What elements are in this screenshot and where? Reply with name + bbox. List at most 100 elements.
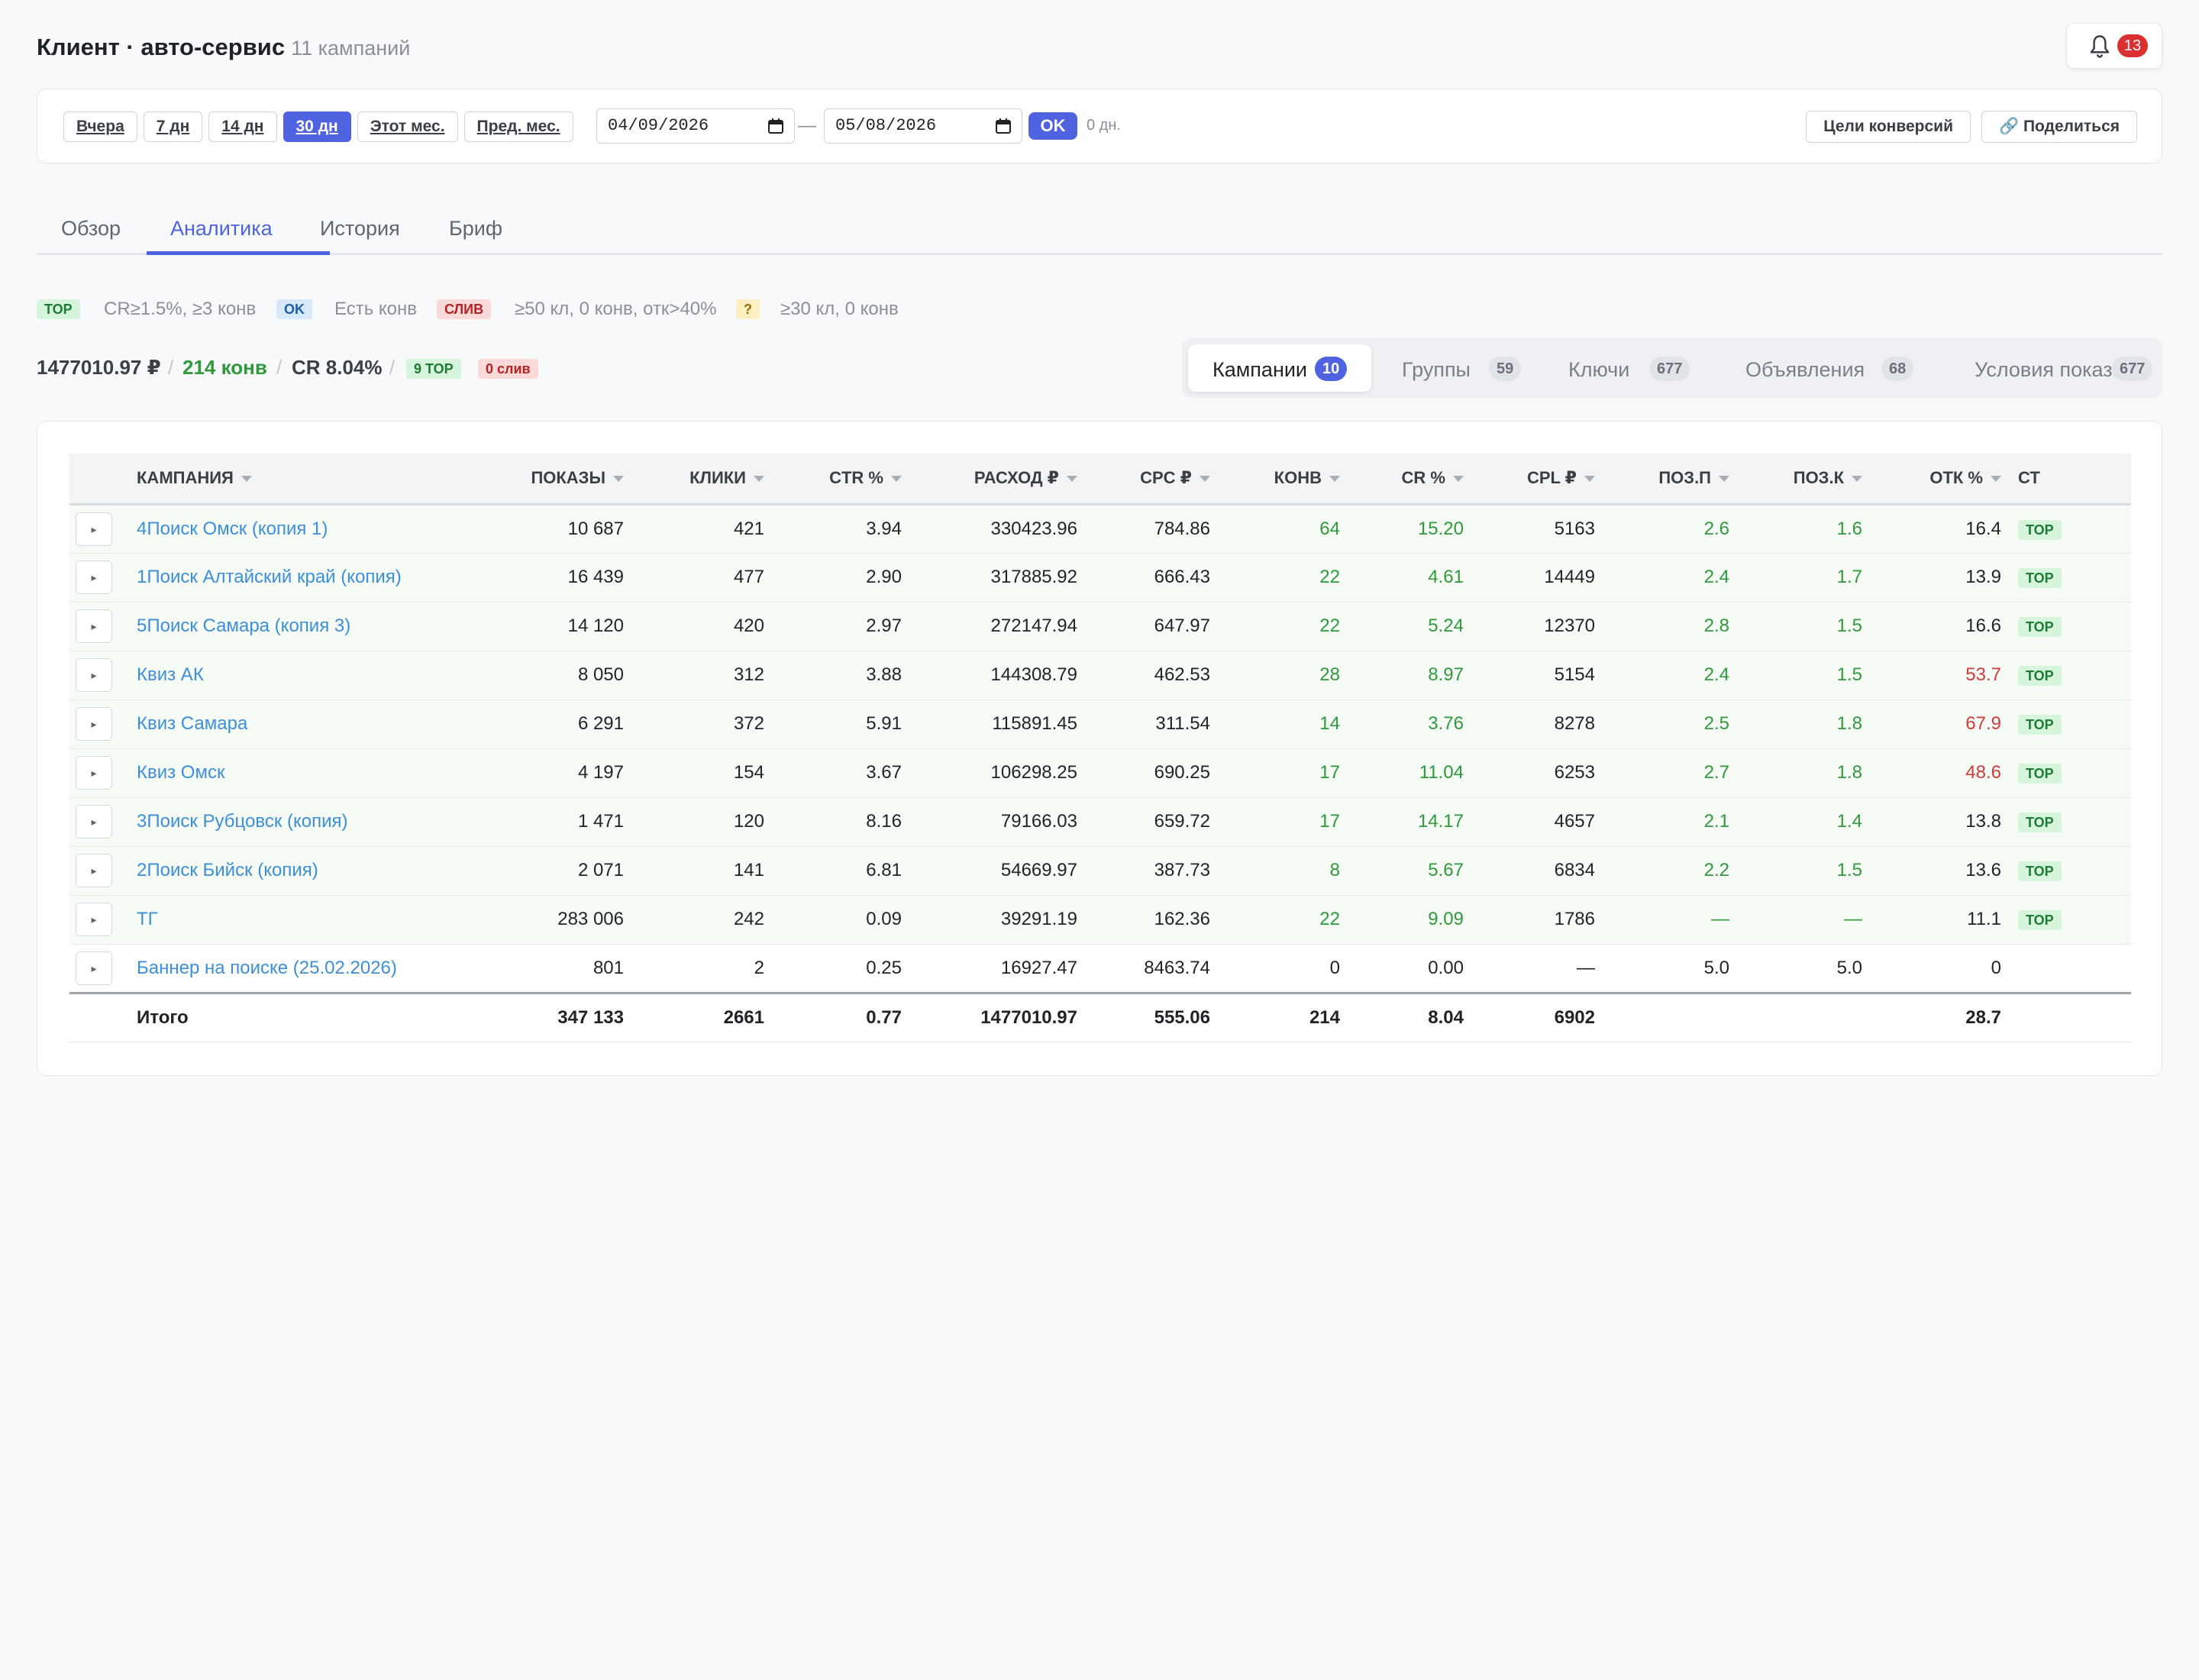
switch-campaigns-count: 10 [1315,357,1348,381]
expand-cell: ▸ [69,748,137,798]
tab-analytics[interactable]: Аналитика [170,217,273,241]
table-row[interactable]: ▸ 3Поиск Рубцовск (копия) 1 471 120 8.16 7916… [69,797,2131,847]
col-clicks-header[interactable]: КЛИКИ [633,454,773,506]
expand-row-button[interactable]: ▸ [76,707,112,741]
conversion-goals-button[interactable]: Цели конверсий [1806,111,1971,143]
expand-row-button[interactable]: ▸ [76,903,112,936]
col-otk-header[interactable]: ОТК % [1871,454,2010,506]
period-yesterday-button[interactable]: Вчера [63,111,137,142]
expand-row-button[interactable]: ▸ [76,805,112,838]
legend-unknown-text: ≥30 кл, 0 конв [780,299,899,319]
summary-separator: / [168,356,174,379]
col-cpl-header[interactable]: CPL ₽ [1473,454,1604,506]
cell-spend: 317885.92 [911,553,1087,603]
table-row[interactable]: ▸ Квиз Самара 6 291 372 5.91 115891.45 311.54 1… [69,699,2131,749]
period-7d-button[interactable]: 7 дн [143,111,203,142]
cell-spend: 54669.97 [911,846,1087,896]
date-from-input[interactable]: 04/09/2026 [596,108,795,144]
share-button[interactable]: 🔗 Поделиться [1981,111,2137,143]
expand-row-button[interactable]: ▸ [76,854,112,887]
cell-clicks: 477 [633,553,773,603]
cell-cpc: 666.43 [1087,553,1219,603]
date-to-input[interactable]: 05/08/2026 [824,108,1022,144]
col-pos-p-header[interactable]: ПОЗ.П [1604,454,1739,506]
status-legend: TOP CR≥1.5%, ≥3 конв OK Есть конв СЛИВ ≥… [37,298,1564,321]
calendar-icon[interactable] [996,118,1011,134]
cell-conv: 64 [1219,504,1349,554]
switch-conditions[interactable]: Условия показа 677 [1949,344,2155,392]
expand-row-button[interactable]: ▸ [76,561,112,594]
tab-history[interactable]: История [320,217,400,241]
notifications-button[interactable]: 13 [2066,23,2162,69]
table-row[interactable]: ▸ Квиз АК 8 050 312 3.88 144308.79 462.53 28 8.9… [69,651,2131,700]
table-row[interactable]: ▸ 2Поиск Бийск (копия) 2 071 141 6.81 54669.9… [69,846,2131,896]
table-row[interactable]: ▸ 4Поиск Омск (копия 1) 10 687 421 3.94 33042… [69,504,2131,554]
cell-spend: 79166.03 [911,797,1087,847]
expand-row-button[interactable]: ▸ [76,756,112,790]
switch-keywords[interactable]: Ключи 677 [1556,344,1709,392]
expand-row-button[interactable]: ▸ [76,951,112,985]
col-spend-header[interactable]: РАСХОД ₽ [911,454,1087,506]
col-shows-header[interactable]: ПОКАЗЫ [470,454,633,506]
col-cr-header[interactable]: CR % [1349,454,1473,506]
cell-otk: 13.8 [1871,797,2010,847]
switch-campaigns[interactable]: Кампании 10 [1188,344,1371,392]
days-count: 0 дн. [1087,117,1121,134]
cell-pos-p: 2.1 [1604,797,1739,847]
tab-overview[interactable]: Обзор [61,217,121,241]
calendar-icon[interactable] [768,118,783,134]
col-cpc-header[interactable]: CPC ₽ [1087,454,1219,506]
notification-count-badge: 13 [2117,34,2148,57]
cell-pos-k: 1.6 [1739,504,1871,554]
totals-conv: 214 [1219,991,1349,1042]
campaign-link[interactable]: 2Поиск Бийск (копия) [137,846,470,896]
legend-sliv-badge: СЛИВ [437,299,492,319]
period-30d-button[interactable]: 30 дн [283,111,351,142]
switch-groups[interactable]: Группы 59 [1387,344,1539,392]
table-row[interactable]: ▸ 5Поиск Самара (копия 3) 14 120 420 2.97 272… [69,602,2131,651]
cell-clicks: 154 [633,748,773,798]
period-this-month-button[interactable]: Этот мес. [357,111,458,142]
expand-cell: ▸ [69,944,137,993]
expand-row-button[interactable]: ▸ [76,609,112,643]
cell-shows: 4 197 [470,748,633,798]
expand-row-button[interactable]: ▸ [76,512,112,546]
cell-otk: 67.9 [1871,699,2010,749]
col-status-header: СТ [2010,454,2131,506]
cell-conv: 8 [1219,846,1349,896]
period-14d-button[interactable]: 14 дн [208,111,277,142]
col-ctr-header[interactable]: CTR % [773,454,911,506]
period-prev-month-button[interactable]: Пред. мес. [463,111,573,142]
campaign-link[interactable]: Квиз АК [137,651,470,700]
campaign-link[interactable]: 5Поиск Самара (копия 3) [137,602,470,651]
cell-ctr: 3.88 [773,651,911,700]
campaign-link[interactable]: Квиз Самара [137,699,470,749]
legend-sliv-text: ≥50 кл, 0 конв, отк>40% [515,299,717,319]
cell-otk: 16.4 [1871,504,2010,554]
campaign-link[interactable]: 3Поиск Рубцовск (копия) [137,797,470,847]
cell-clicks: 141 [633,846,773,896]
tab-brief[interactable]: Бриф [449,217,502,241]
campaign-link[interactable]: ТГ [137,895,470,945]
campaign-link[interactable]: 4Поиск Омск (копия 1) [137,504,470,554]
col-conv-header[interactable]: КОНВ [1219,454,1349,506]
switch-groups-label: Группы [1402,358,1471,381]
switch-ads[interactable]: Объявления 68 [1730,344,1929,392]
sort-arrow-icon [241,476,252,483]
campaign-link[interactable]: 1Поиск Алтайский край (копия) [137,553,470,603]
table-row[interactable]: ▸ ТГ 283 006 242 0.09 39291.19 162.36 22 9.09 178… [69,895,2131,945]
campaign-link[interactable]: Квиз Омск [137,748,470,798]
cell-clicks: 420 [633,602,773,651]
table-row[interactable]: ▸ Баннер на поиске (25.02.2026) 801 2 0.25 16… [69,944,2131,993]
col-pos-k-header[interactable]: ПОЗ.К [1739,454,1871,506]
campaigns-table: КАМПАНИЯ ПОКАЗЫ КЛИКИ CTR % РАСХОД ₽ CPC… [69,454,2131,1042]
campaign-link[interactable]: Баннер на поиске (25.02.2026) [137,944,470,993]
summary-sliv-badge: 0 слив [478,359,538,379]
expand-row-button[interactable]: ▸ [76,658,112,692]
apply-dates-button[interactable]: OK [1028,112,1077,140]
totals-clicks: 2661 [633,991,773,1042]
table-row[interactable]: ▸ Квиз Омск 4 197 154 3.67 106298.25 690.25 17 1… [69,748,2131,798]
table-row[interactable]: ▸ 1Поиск Алтайский край (копия) 16 439 477 2… [69,553,2131,603]
cell-cpl: 8278 [1473,699,1604,749]
col-campaign-header[interactable]: КАМПАНИЯ [137,454,470,506]
